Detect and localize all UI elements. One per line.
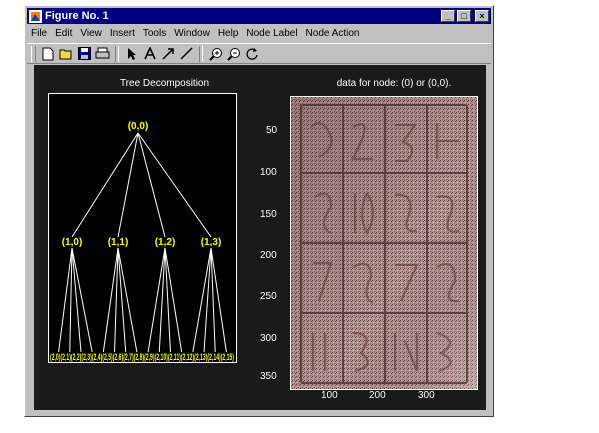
tree-edge-leaf [203, 247, 212, 353]
toolbar [27, 43, 491, 64]
image-panel-title: data for node: (0) or (0,0). [336, 78, 452, 89]
tree-node-level1[interactable]: (1,1) [108, 237, 129, 248]
x-tick-label: 300 [418, 390, 435, 401]
menu-help[interactable]: Help [214, 28, 243, 39]
matlab-figure-icon [29, 9, 42, 23]
y-tick-label: 200 [260, 250, 277, 261]
node-image[interactable] [291, 97, 477, 389]
y-tick-label: 300 [260, 333, 277, 344]
minimize-button[interactable]: _ [441, 10, 455, 22]
menu-bar: File Edit View Insert Tools Window Help … [27, 25, 491, 42]
y-tick-label: 100 [260, 167, 277, 178]
figure-window: Figure No. 1 _ □ × File Edit View Insert… [24, 5, 494, 417]
tree-node-level1[interactable]: (1,0) [62, 237, 83, 248]
window-title: Figure No. 1 [45, 10, 109, 22]
new-icon[interactable] [39, 45, 57, 63]
arrow-icon[interactable] [159, 45, 177, 63]
line-icon[interactable] [177, 45, 195, 63]
tree-edge-leaf [117, 247, 127, 353]
tree-edge-leaf [71, 247, 82, 353]
tree-node-level1[interactable]: (1,2) [155, 237, 176, 248]
text-icon[interactable] [141, 45, 159, 63]
close-button[interactable]: × [475, 10, 489, 22]
pointer-icon[interactable] [123, 45, 141, 63]
tree-node-level1[interactable]: (1,3) [201, 237, 222, 248]
open-icon[interactable] [57, 45, 75, 63]
tree-edge-leaf [117, 247, 138, 353]
save-icon[interactable] [75, 45, 93, 63]
tree-graph[interactable]: (0,0) (1,0) (1,1) (1,2) (1,3) (2,0)(2,1)… [49, 94, 236, 363]
tree-edge-root [137, 132, 166, 238]
menu-edit[interactable]: Edit [51, 28, 76, 39]
tree-edge-root [137, 132, 212, 238]
menu-window[interactable]: Window [170, 28, 214, 39]
y-tick-label: 150 [260, 209, 277, 220]
rotate-icon[interactable] [243, 45, 261, 63]
maximize-button[interactable]: □ [457, 10, 471, 22]
y-tick-label: 350 [260, 371, 277, 382]
x-tick-label: 100 [321, 390, 338, 401]
tree-panel-title: Tree Decomposition [119, 78, 210, 89]
title-bar[interactable]: Figure No. 1 _ □ × [27, 8, 491, 24]
menu-node-label[interactable]: Node Label [242, 28, 301, 39]
tree-axes[interactable]: (0,0) (1,0) (1,1) (1,2) (1,3) (2,0)(2,1)… [48, 93, 237, 363]
toolbar-separator [115, 45, 119, 62]
menu-file[interactable]: File [27, 28, 51, 39]
y-tick-label: 50 [266, 125, 278, 136]
menu-view[interactable]: View [76, 28, 106, 39]
menu-node-action[interactable]: Node Action [302, 28, 364, 39]
tree-edge-leaf [192, 247, 212, 353]
figure-canvas: Tree Decomposition (0,0) (1,0) (1,1) (1,… [34, 65, 486, 410]
print-icon[interactable] [93, 45, 111, 63]
zoom-in-icon[interactable] [207, 45, 225, 63]
tree-node-root[interactable]: (0,0) [128, 121, 149, 132]
image-axes[interactable] [290, 96, 478, 390]
toolbar-grip[interactable] [31, 45, 36, 62]
zoom-out-icon[interactable] [225, 45, 243, 63]
toolbar-separator [199, 45, 203, 62]
menu-tools[interactable]: Tools [139, 28, 170, 39]
tree-node-level2-row[interactable]: (2,0)(2,1)(2,2)(2,3)(2,4)(2,5)(2,6)(2,7)… [50, 352, 234, 363]
tree-edge-leaf [71, 247, 93, 353]
y-tick-label: 250 [260, 291, 277, 302]
x-tick-label: 200 [369, 390, 386, 401]
menu-insert[interactable]: Insert [106, 28, 139, 39]
